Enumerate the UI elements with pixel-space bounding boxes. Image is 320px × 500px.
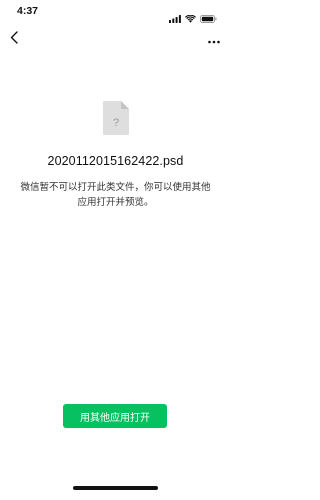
open-with-other-app-button[interactable]: 用其他应用打开 — [63, 404, 167, 428]
unknown-file-icon: ? — [103, 101, 129, 135]
screen: 4:37 — [0, 0, 231, 500]
signal-icon — [169, 8, 181, 27]
home-indicator[interactable] — [73, 486, 158, 490]
wifi-icon — [185, 8, 196, 27]
status-time: 4:37 — [17, 5, 39, 17]
status-icons — [169, 8, 217, 27]
unsupported-file-message: 微信暂不可以打开此类文件，你可以使用其他应用打开并预览。 — [20, 182, 211, 208]
more-button[interactable] — [205, 29, 223, 47]
nav-bar — [0, 26, 231, 50]
file-name: 20201120151624​22.psd — [47, 154, 184, 168]
more-horizontal-icon — [208, 29, 220, 48]
status-bar: 4:37 — [0, 0, 231, 26]
svg-text:?: ? — [113, 117, 119, 129]
back-button[interactable] — [6, 29, 22, 47]
chevron-left-icon — [10, 29, 18, 48]
battery-icon — [200, 8, 217, 27]
